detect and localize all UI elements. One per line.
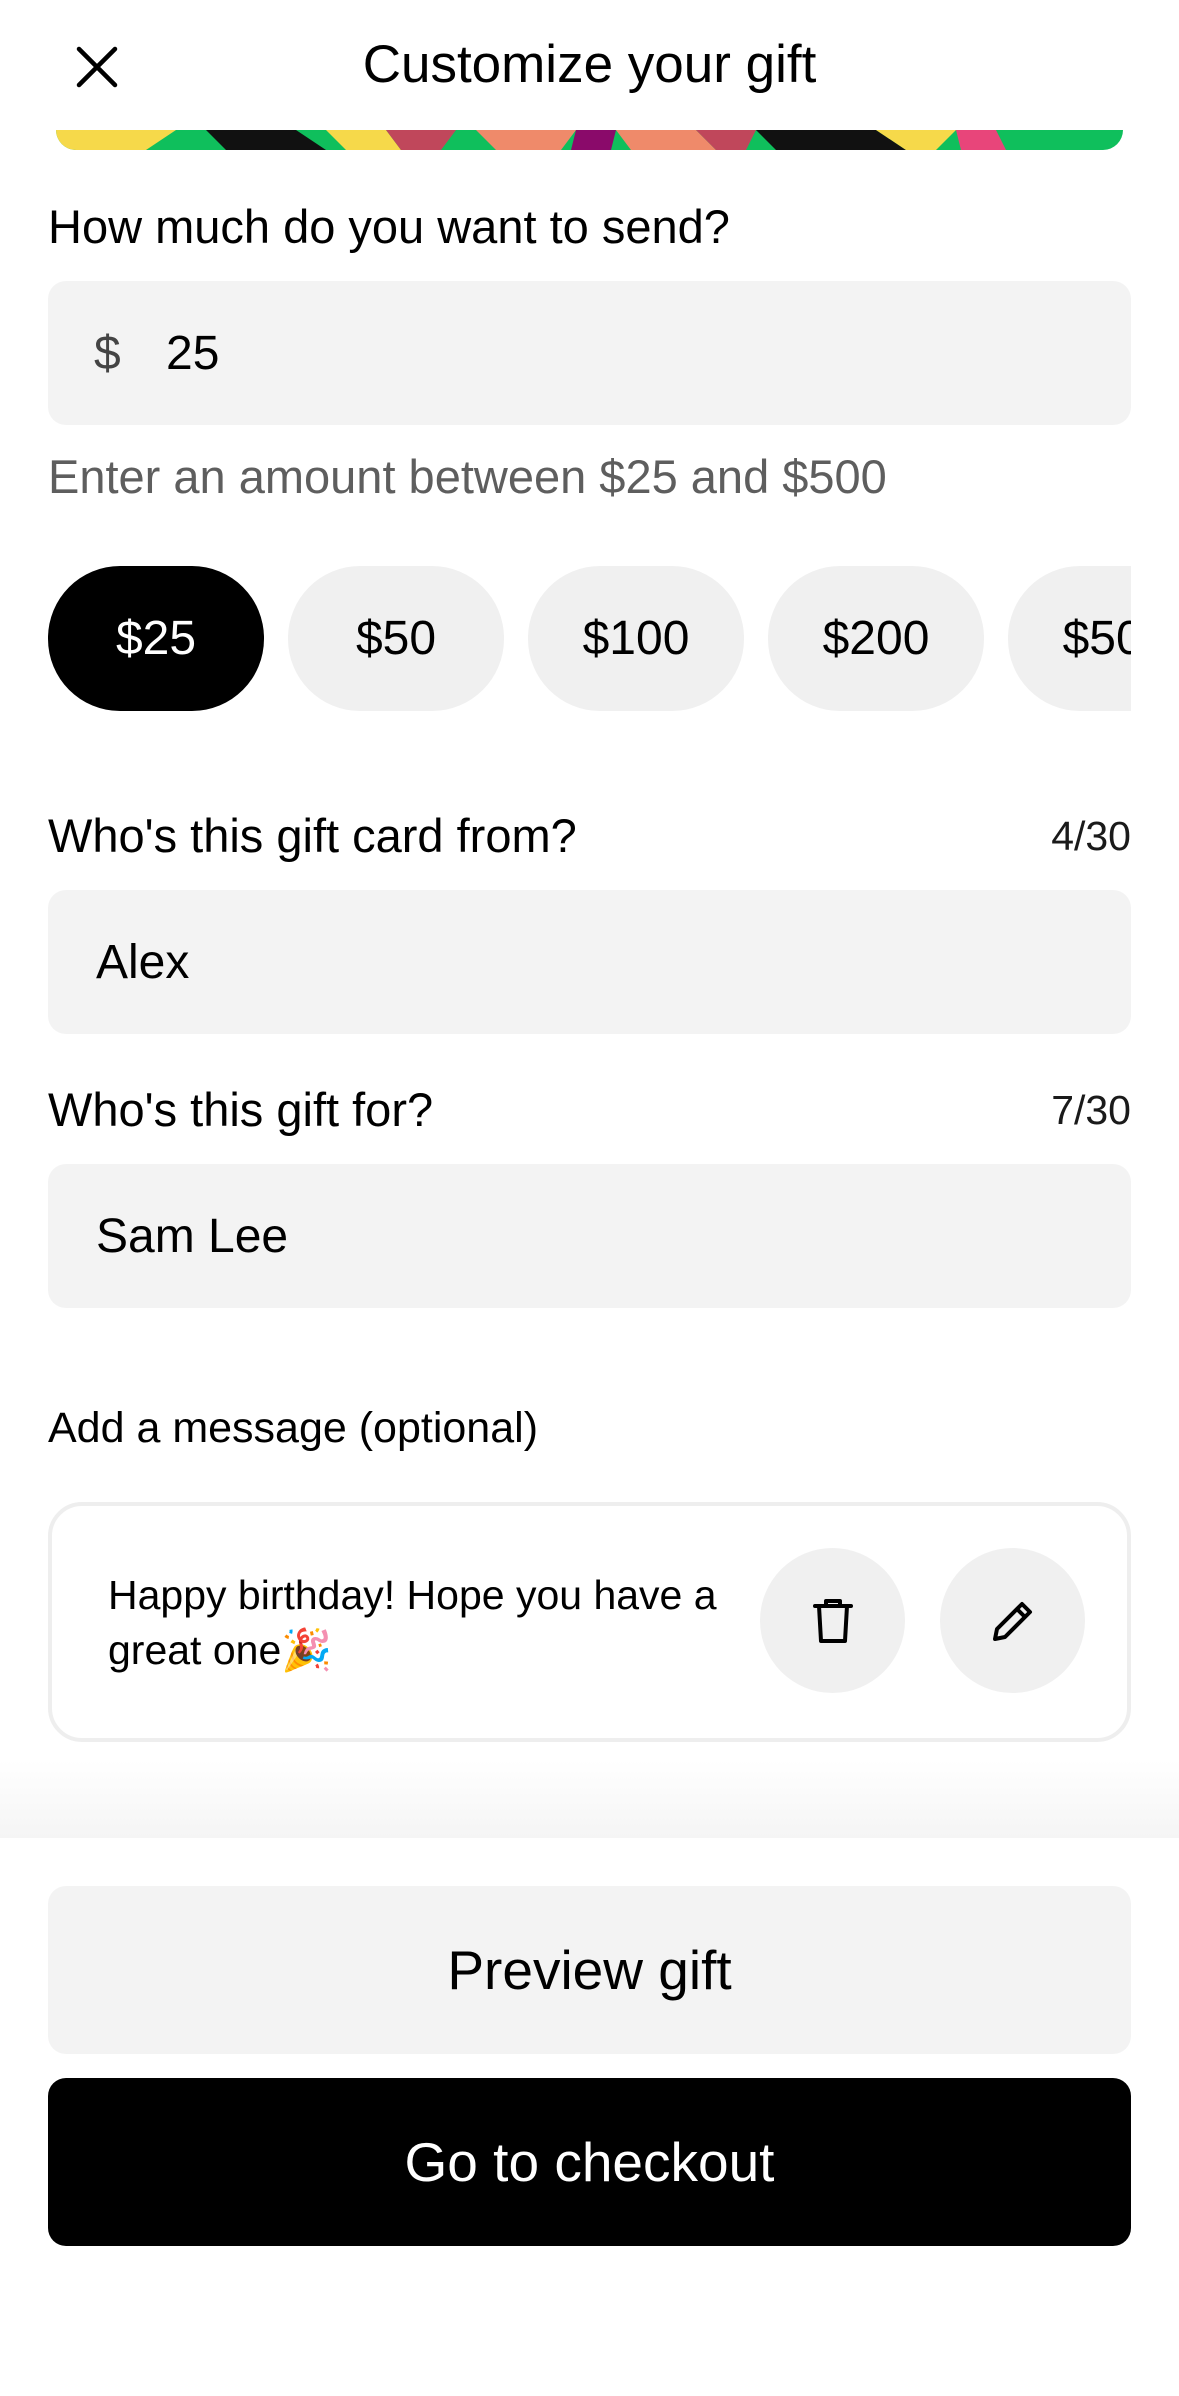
message-card: Happy birthday! Hope you have a great on… <box>48 1502 1131 1742</box>
amount-input[interactable]: $ 25 <box>48 281 1131 425</box>
currency-symbol: $ <box>94 326 121 380</box>
amount-chip-500[interactable]: $500 <box>1008 566 1131 711</box>
message-label: Add a message (optional) <box>48 1404 539 1452</box>
page-title: Customize your gift <box>362 35 817 94</box>
from-name-value: Alex <box>96 935 190 989</box>
from-name-input[interactable]: Alex <box>48 890 1131 1034</box>
gift-card-art-banner <box>56 130 1123 150</box>
recipient-name-input[interactable]: Sam Lee <box>48 1164 1131 1308</box>
from-char-counter: 4/30 <box>1051 813 1131 859</box>
amount-chip-25[interactable]: $25 <box>48 566 264 711</box>
delete-message-button[interactable] <box>760 1548 905 1693</box>
recipient-name-value: Sam Lee <box>96 1209 289 1263</box>
amount-chip-200[interactable]: $200 <box>768 566 984 711</box>
pencil-icon <box>992 1601 1032 1641</box>
bottom-fade <box>0 1760 1179 1838</box>
message-text: Happy birthday! Hope you have a great on… <box>108 1572 717 1673</box>
amount-label: How much do you want to send? <box>48 200 730 253</box>
trash-icon <box>812 1598 853 1643</box>
amount-helper-text: Enter an amount between $25 and $500 <box>48 450 887 503</box>
edit-message-button[interactable] <box>940 1548 1085 1693</box>
from-label: Who's this gift card from? <box>48 809 577 862</box>
recipient-label: Who's this gift for? <box>48 1083 434 1136</box>
go-to-checkout-button[interactable]: Go to checkout <box>48 2078 1131 2246</box>
amount-chip-100[interactable]: $100 <box>528 566 744 711</box>
top-bar: Customize your gift <box>0 0 1179 130</box>
amount-preset-chips: $25 $50 $100 $200 $500 <box>48 566 1131 711</box>
amount-chip-50[interactable]: $50 <box>288 566 504 711</box>
amount-value: 25 <box>166 326 220 380</box>
recipient-char-counter: 7/30 <box>1051 1087 1131 1133</box>
preview-gift-button[interactable]: Preview gift <box>48 1886 1131 2054</box>
